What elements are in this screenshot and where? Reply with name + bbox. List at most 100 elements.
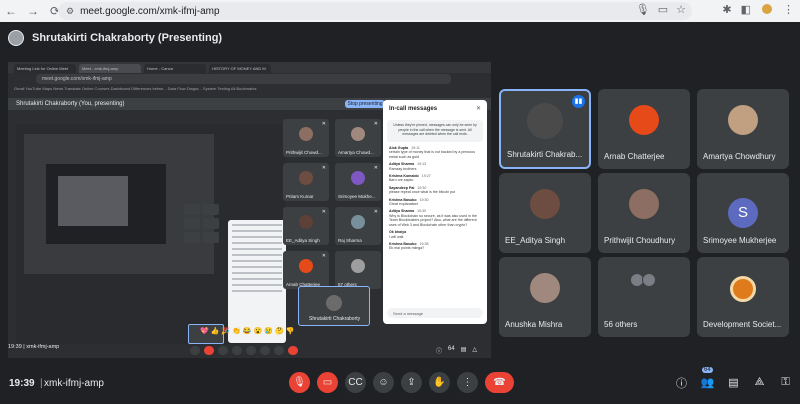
participant-tile[interactable]: S Srimoyee Mukherjee <box>697 173 789 253</box>
chat-icon: ▤ <box>728 377 739 389</box>
nested-chat <box>228 220 286 343</box>
hangup-icon: ☎ <box>493 377 506 388</box>
camera-off-button[interactable]: ▭ <box>317 372 338 393</box>
chat-author: Aditya Sharma <box>389 162 415 167</box>
people-button[interactable]: 64 👥 <box>699 367 716 393</box>
participant-tile[interactable]: Development Societ... <box>697 257 789 337</box>
back-icon[interactable]: ← <box>0 0 22 22</box>
hand-icon <box>260 346 270 355</box>
chat-author: Aditya Sharma <box>389 209 415 214</box>
captions-button[interactable]: CC <box>345 372 366 393</box>
presenter-header: Shrutakirti Chakraborty (Presenting) <box>8 30 222 46</box>
emoji-button[interactable]: ☺ <box>373 372 394 393</box>
site-info-icon[interactable]: ⚙ <box>66 6 74 17</box>
more-icon <box>274 346 284 355</box>
avatar <box>299 127 313 141</box>
host-controls-button[interactable]: ⚿ <box>777 372 794 393</box>
participant-tile[interactable]: 56 others <box>598 257 690 337</box>
participant-name: Srimoyee Mukhe... <box>338 194 376 199</box>
avatar <box>351 215 365 229</box>
inner-participant-tile: ✕ Srimoyee Mukhe... <box>335 163 381 201</box>
inner-tab: Home - Canva <box>144 64 206 73</box>
avatar <box>629 189 659 219</box>
inner-participant-tile: ✕ Prithwijit Chowd... <box>283 119 329 157</box>
avatar <box>351 259 365 273</box>
meeting-details-button[interactable]: ⓘ <box>673 372 690 393</box>
inner-tab: HISTORY OF MONEY AND M <box>209 64 271 73</box>
raise-hand-button[interactable]: ✋ <box>429 372 450 393</box>
inner-bookmarks: Gmail YouTube Maps News Translate Online… <box>14 86 257 91</box>
menu-icon[interactable]: ⋮ <box>783 3 794 16</box>
nested-screen <box>46 164 166 244</box>
mic-off-icon: 🎙 <box>293 377 306 388</box>
participant-name: EE_Aditya Singh <box>505 236 566 245</box>
participant-name: Amartya Chowdhury <box>703 152 776 161</box>
avatar <box>351 127 365 141</box>
profile-avatar[interactable] <box>760 2 774 16</box>
sidebar-icon[interactable]: ◧ <box>741 3 751 16</box>
chat-title: In-call messages <box>389 106 438 112</box>
chat-message: Krishna Komaldo 19:27 Barn ore sapko <box>389 174 481 183</box>
meeting-code: xmk-ifmj-amp <box>44 378 104 389</box>
info-icon: ⓘ <box>436 349 443 355</box>
inner-tab-strip: Meeting Link for Online Meet Meet - xmk-… <box>8 62 491 73</box>
people-count-badge: 64 <box>702 367 713 373</box>
mic-off-icon: ✕ <box>321 209 326 215</box>
chat-time: 19:27 <box>421 174 431 179</box>
participant-name: Shrutakirti Chakrab... <box>507 150 583 159</box>
participant-name: Raj Sharma <box>338 238 362 243</box>
participant-tile[interactable]: ▮▮ Shrutakirti Chakrab... <box>499 89 591 169</box>
speaking-indicator-icon: ▮▮ <box>572 95 585 108</box>
chat-text: Ek mai points milega? <box>389 246 425 251</box>
participant-name: Srimoyee Mukherjee <box>703 236 777 245</box>
participant-tile[interactable]: Arnab Chatterjee <box>598 89 690 169</box>
chat-time: 19:38 <box>419 241 429 246</box>
activities-icon: ⟁ <box>754 376 765 388</box>
avatar <box>728 105 758 135</box>
chat-author: Krishna Komaldo <box>389 174 419 179</box>
mic-off-button[interactable]: 🎙 <box>289 372 310 393</box>
inner-participant-tile: 57 others <box>335 251 381 289</box>
chat-message: Alok Gupta 19:11 certain type of money tha… <box>389 146 481 159</box>
avatar <box>299 215 313 229</box>
meeting-time: 19:39 <box>9 378 35 389</box>
participant-tile[interactable]: EE_Aditya Singh <box>499 173 591 253</box>
participant-name: Amartya Chowd... <box>338 150 374 155</box>
chat-text: Great explanation! <box>389 202 419 207</box>
participant-tile[interactable]: Amartya Chowdhury <box>697 89 789 169</box>
inner-tab: Meeting Link for Online Meet <box>14 64 76 73</box>
mic-icon <box>190 346 200 355</box>
avatar <box>530 189 560 219</box>
leave-call-button[interactable]: ☎ <box>485 372 514 393</box>
avatar <box>351 171 365 185</box>
bookmark-star-icon[interactable]: ☆ <box>676 3 686 16</box>
more-options-button[interactable]: ⋮ <box>457 372 478 393</box>
chat-note: Unless they're pinned, messages can only… <box>387 120 483 142</box>
activities-button[interactable]: ⟁ <box>751 372 768 393</box>
present-button[interactable]: ⇪ <box>401 372 422 393</box>
chat-time: 19:30 <box>419 197 429 202</box>
forward-icon[interactable]: → <box>22 0 44 22</box>
chat-time: 19:11 <box>411 146 420 150</box>
hangup-icon <box>288 346 298 355</box>
chat-messages: Alok Gupta 19:11 certain type of money tha… <box>389 146 481 254</box>
address-bar[interactable]: ⚙ meet.google.com/xmk-ifmj-amp 🎙 ▭ ☆ <box>58 2 692 20</box>
camera-permission-icon[interactable]: ▭ <box>658 3 668 16</box>
avatar-letter: S <box>728 198 758 228</box>
chat-message: Sayandeep Pal 19:30 please repeat once wha… <box>389 186 481 195</box>
mic-off-icon: ✕ <box>321 165 326 171</box>
chat-text: Why is Blockchain so secure, as it was a… <box>389 213 477 227</box>
avatar <box>530 273 560 303</box>
mic-off-icon: ✕ <box>373 165 378 171</box>
extensions-icon[interactable]: ✱ <box>722 3 731 16</box>
chat-button[interactable]: ▤ <box>725 372 742 393</box>
participant-tile[interactable]: Anushka Mishra <box>499 257 591 337</box>
participant-tile[interactable]: Prithwijit Choudhury <box>598 173 690 253</box>
presenter-title: Shrutakirti Chakraborty (Presenting) <box>32 32 223 44</box>
mic-off-icon: ✕ <box>373 209 378 215</box>
mic-off-icon: ✕ <box>373 121 378 127</box>
participant-name: Pritam Kumar <box>286 194 314 199</box>
mic-permission-icon[interactable]: 🎙 <box>636 3 650 16</box>
chat-text: please repeat once what is the bitcoin p… <box>389 190 456 195</box>
participant-name: Arnab Chatterjee <box>604 152 665 161</box>
